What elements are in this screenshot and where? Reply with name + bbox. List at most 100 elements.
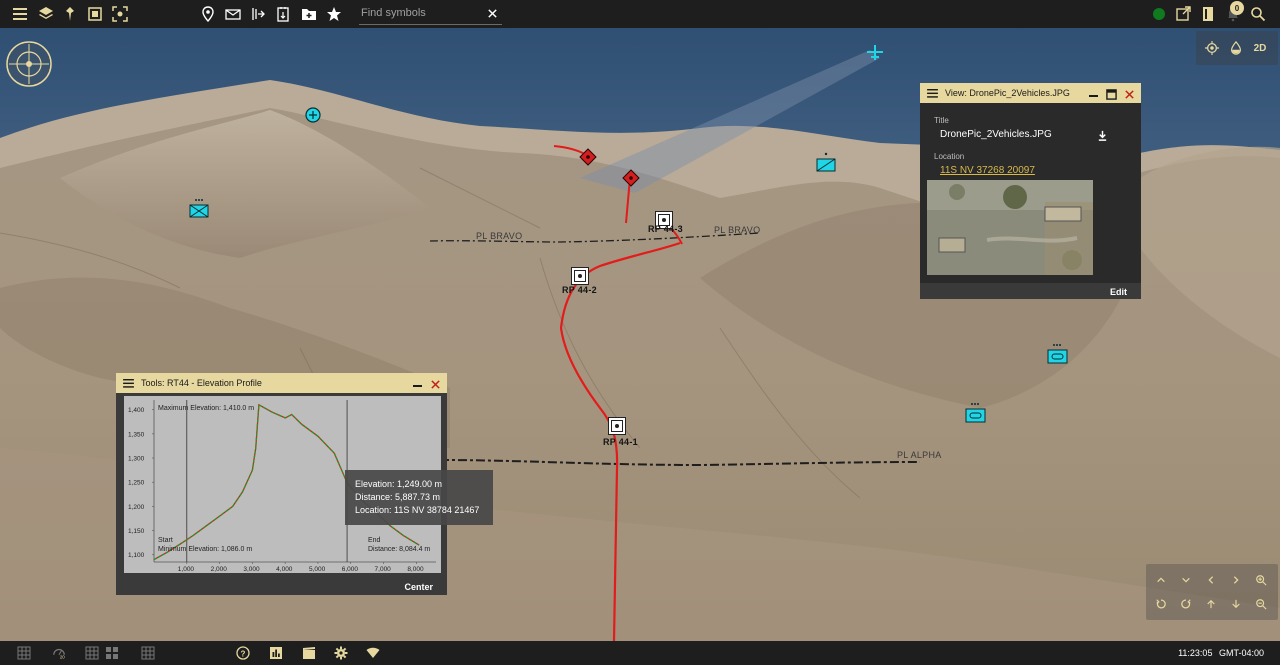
- pan-left-icon[interactable]: [1202, 571, 1220, 589]
- search-icon[interactable]: [1248, 4, 1268, 24]
- view-controls: 2D: [1196, 31, 1278, 65]
- zoom-out-icon[interactable]: [1252, 595, 1270, 613]
- title-value: DronePic_2Vehicles.JPG: [940, 129, 1052, 140]
- frame-icon[interactable]: [85, 4, 105, 24]
- map-marker-icon[interactable]: [198, 4, 218, 24]
- route-point-marker[interactable]: [571, 267, 589, 285]
- x-tick-label: 1,000: [178, 566, 195, 573]
- panel-header[interactable]: View: DronePic_2Vehicles.JPG: [920, 83, 1141, 103]
- friendly-unit-marker[interactable]: [305, 107, 321, 123]
- x-tick-label: 6,000: [342, 566, 359, 573]
- rotate-right-icon[interactable]: [1177, 595, 1195, 613]
- grid-layout-icon[interactable]: [103, 645, 121, 661]
- star-icon[interactable]: [324, 4, 344, 24]
- grid-tools-icon[interactable]: [83, 645, 101, 661]
- phase-line-label: PL ALPHA: [897, 450, 942, 460]
- notification-badge: 0: [1230, 1, 1244, 15]
- location-label: Location: [934, 152, 965, 161]
- elevation-tooltip: Elevation: 1,249.00 m Distance: 5,887.73…: [345, 470, 493, 525]
- external-link-icon[interactable]: [1173, 4, 1193, 24]
- top-toolbar: 0: [0, 0, 1280, 28]
- clock-timezone: GMT-04:00: [1218, 648, 1264, 658]
- panel-title: View: DronePic_2Vehicles.JPG: [945, 88, 1070, 98]
- menu-icon[interactable]: [10, 4, 30, 24]
- phase-line-label: PL BRAVO: [476, 231, 523, 241]
- location-link[interactable]: 11S NV 37268 20097: [940, 165, 1035, 176]
- y-tick-label: 1,400: [128, 407, 145, 414]
- measure-20-icon[interactable]: 20: [49, 645, 69, 661]
- notebook-icon[interactable]: [1198, 4, 1218, 24]
- start-label: Start: [158, 537, 173, 544]
- route-point-label: RP 44-3: [648, 224, 683, 234]
- tilt-down-icon[interactable]: [1177, 571, 1195, 589]
- mode-2d-button[interactable]: 2D: [1251, 39, 1269, 57]
- min-elevation-label: Minimum Elevation: 1,086.0 m: [158, 546, 252, 553]
- minimize-icon[interactable]: [411, 377, 423, 389]
- panel-header[interactable]: Tools: RT44 - Elevation Profile: [116, 373, 447, 393]
- route-point-marker[interactable]: [608, 417, 626, 435]
- y-tick-label: 1,300: [128, 456, 145, 463]
- pin-tool-icon[interactable]: [60, 4, 80, 24]
- tooltip-distance: Distance: 5,887.73 m: [355, 492, 441, 502]
- symbol-search: [359, 3, 502, 25]
- route-arrow-icon[interactable]: [248, 4, 268, 24]
- phase-line-label: PL BRAVO: [714, 225, 761, 235]
- x-tick-label: 4,000: [276, 566, 293, 573]
- tilt-up-icon[interactable]: [1152, 571, 1170, 589]
- max-elevation-label: Maximum Elevation: 1,410.0 m: [158, 405, 254, 412]
- layers-icon[interactable]: [36, 4, 56, 24]
- bottom-toolbar: 20 ? 11:23:05 GMT-04:00: [0, 641, 1280, 665]
- add-folder-icon[interactable]: [299, 4, 319, 24]
- chart-icon[interactable]: [267, 645, 285, 661]
- close-icon[interactable]: [430, 377, 441, 395]
- search-input[interactable]: [359, 3, 477, 23]
- svg-text:20: 20: [60, 655, 65, 660]
- compass-widget[interactable]: [5, 40, 53, 88]
- status-dot-icon: [1149, 4, 1169, 24]
- y-tick-label: 1,150: [128, 528, 145, 535]
- grid-settings-icon[interactable]: [139, 645, 157, 661]
- wifi-icon[interactable]: [364, 645, 382, 661]
- y-tick-label: 1,200: [128, 504, 145, 511]
- y-tick-label: 1,350: [128, 431, 145, 438]
- document-icon[interactable]: [273, 4, 293, 24]
- panel-menu-icon[interactable]: [121, 376, 135, 390]
- terrain-drop-icon[interactable]: [1227, 39, 1245, 57]
- rotate-left-icon[interactable]: [1152, 595, 1170, 613]
- panel-menu-icon[interactable]: [925, 86, 939, 100]
- focus-icon[interactable]: [110, 4, 130, 24]
- route-point-label: RP 44-2: [562, 285, 597, 295]
- zoom-in-icon[interactable]: [1252, 571, 1270, 589]
- panel-footer: Center: [116, 577, 447, 595]
- x-tick-label: 3,000: [243, 566, 260, 573]
- maximize-icon[interactable]: [1106, 87, 1117, 105]
- route-point-label: RP 44-1: [603, 437, 638, 447]
- tooltip-elevation: Elevation: 1,249.00 m: [355, 479, 443, 489]
- panel-footer: Edit: [920, 283, 1141, 299]
- locate-icon[interactable]: [1203, 39, 1221, 57]
- x-tick-label: 7,000: [375, 566, 392, 573]
- download-icon[interactable]: [1097, 128, 1108, 146]
- gear-icon[interactable]: [332, 645, 350, 661]
- total-distance-label: Distance: 8,084.4 m: [368, 546, 430, 553]
- edit-button[interactable]: Edit: [1110, 287, 1127, 297]
- move-up-icon[interactable]: [1202, 595, 1220, 613]
- x-tick-label: 5,000: [309, 566, 326, 573]
- drone-photo[interactable]: [927, 180, 1093, 275]
- navigation-controls: [1146, 564, 1278, 620]
- clock: 11:23:05 GMT-04:00: [1178, 648, 1264, 658]
- close-icon[interactable]: [1124, 87, 1135, 105]
- move-down-icon[interactable]: [1227, 595, 1245, 613]
- help-icon[interactable]: ?: [234, 645, 252, 661]
- pan-right-icon[interactable]: [1227, 571, 1245, 589]
- center-button[interactable]: Center: [404, 582, 433, 592]
- photo-view-panel: View: DronePic_2Vehicles.JPG Title Drone…: [920, 83, 1141, 299]
- envelope-icon[interactable]: [223, 4, 243, 24]
- svg-text:?: ?: [241, 650, 246, 659]
- title-label: Title: [934, 116, 949, 125]
- clear-search-icon[interactable]: [484, 4, 500, 22]
- grid-icon[interactable]: [15, 645, 33, 661]
- film-icon[interactable]: [300, 645, 318, 661]
- x-tick-label: 2,000: [211, 566, 228, 573]
- minimize-icon[interactable]: [1087, 87, 1099, 99]
